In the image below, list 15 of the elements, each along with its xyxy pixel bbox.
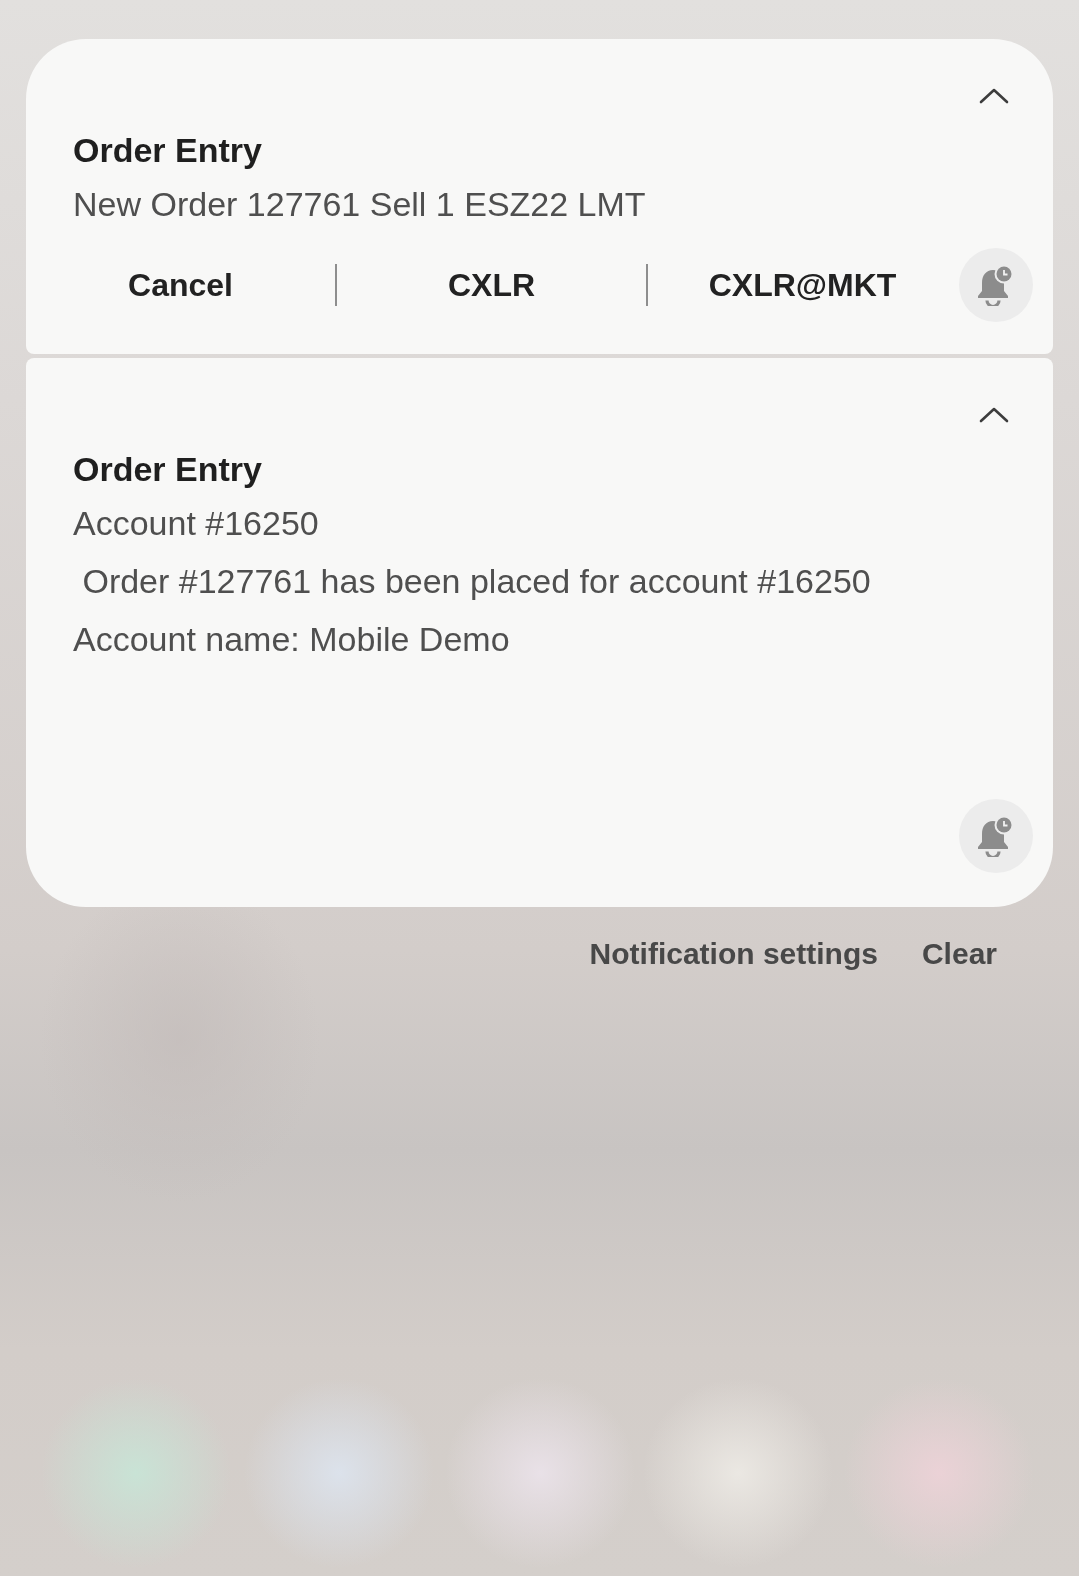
bell-clock-icon [977, 264, 1015, 306]
app-name: Order Entry [73, 449, 262, 489]
bell-clock-icon [977, 815, 1015, 857]
action-button[interactable]: CXLR [337, 253, 646, 317]
action-button[interactable]: Cancel [26, 253, 335, 317]
text-button[interactable]: Clear [905, 924, 1013, 984]
chevron-up-icon[interactable] [979, 407, 1009, 423]
app-name: Order Entry [73, 130, 262, 170]
chevron-up-icon[interactable] [979, 88, 1009, 104]
notification-text: Account #16250 [73, 503, 319, 543]
action-button[interactable]: CXLR@MKT [648, 253, 957, 317]
text-button[interactable]: Notification settings [573, 924, 894, 984]
notification-text: Order #127761 has been placed for account #16250 [81, 561, 871, 601]
notification-text: New Order 127761 Sell 1 ESZ22 LMT [73, 184, 646, 224]
notification-text: Account name: Mobile Demo [73, 619, 510, 659]
